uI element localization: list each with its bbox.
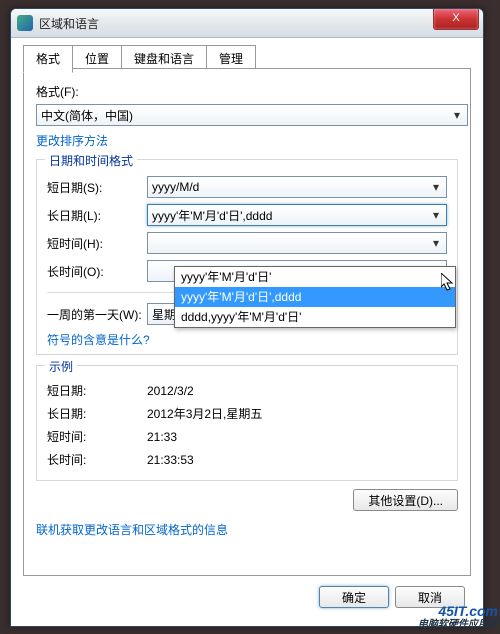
- group-examples-legend: 示例: [45, 358, 77, 375]
- group-examples: 示例 短日期:2012/3/2 长日期:2012年3月2日,星期五 短时间:21…: [36, 365, 458, 481]
- ex-long-time-val: 21:33:53: [147, 453, 194, 467]
- ex-long-date-lbl: 长日期:: [47, 405, 147, 422]
- short-date-label: 短日期(S):: [47, 179, 147, 196]
- other-settings-button[interactable]: 其他设置(D)...: [353, 489, 458, 511]
- short-date-combo[interactable]: yyyy/M/d ▾: [147, 176, 447, 198]
- watermark-domain: 45IT.com: [418, 604, 498, 619]
- online-info-link[interactable]: 联机获取更改语言和区域格式的信息: [36, 523, 228, 537]
- watermark-sub: 电脑软硬件应用网: [418, 619, 498, 630]
- ex-short-time-val: 21:33: [147, 430, 177, 444]
- titlebar[interactable]: 区域和语言 X: [11, 9, 483, 38]
- long-date-option-0[interactable]: yyyy'年'M'月'd'日': [175, 267, 455, 287]
- tab-format[interactable]: 格式: [23, 45, 73, 73]
- long-date-combo[interactable]: yyyy'年'M'月'd'日',dddd ▾: [147, 204, 447, 226]
- chevron-down-icon: ▾: [428, 207, 444, 223]
- short-time-combo[interactable]: ▾: [147, 232, 447, 254]
- ex-short-date-val: 2012/3/2: [147, 384, 194, 398]
- short-time-label: 短时间(H):: [47, 235, 147, 252]
- ex-short-date-lbl: 短日期:: [47, 382, 147, 399]
- ex-long-time-lbl: 长时间:: [47, 451, 147, 468]
- ok-button[interactable]: 确定: [319, 586, 389, 608]
- window-icon: [17, 15, 33, 31]
- long-date-dropdown[interactable]: yyyy'年'M'月'd'日' yyyy'年'M'月'd'日',dddd ddd…: [174, 266, 456, 328]
- long-time-label: 长时间(O):: [47, 263, 147, 280]
- change-sort-link[interactable]: 更改排序方法: [36, 134, 108, 148]
- first-day-label: 一周的第一天(W):: [47, 306, 147, 323]
- format-combo-value: 中文(简体，中国): [41, 107, 133, 124]
- short-date-value: yyyy/M/d: [152, 180, 199, 194]
- long-date-value: yyyy'年'M'月'd'日',dddd: [152, 207, 272, 224]
- long-date-option-2[interactable]: dddd,yyyy'年'M'月'd'日': [175, 307, 455, 327]
- long-date-option-1[interactable]: yyyy'年'M'月'd'日',dddd: [175, 287, 455, 307]
- symbols-meaning-link[interactable]: 符号的含意是什么?: [47, 333, 150, 347]
- format-combo[interactable]: 中文(简体，中国) ▾: [36, 104, 468, 126]
- chevron-down-icon: ▾: [428, 235, 444, 251]
- watermark: 45IT.com 电脑软硬件应用网: [418, 604, 498, 630]
- chevron-down-icon: ▾: [428, 179, 444, 195]
- chevron-down-icon: ▾: [449, 107, 465, 123]
- region-language-dialog: 区域和语言 X 格式 位置 键盘和语言 管理 格式(F): 中文(简体，中国) …: [10, 8, 484, 627]
- format-label: 格式(F):: [36, 83, 458, 100]
- ex-long-date-val: 2012年3月2日,星期五: [147, 405, 262, 422]
- long-date-label: 长日期(L):: [47, 207, 147, 224]
- group-datetime-legend: 日期和时间格式: [45, 152, 137, 169]
- ex-short-time-lbl: 短时间:: [47, 428, 147, 445]
- client-area: 格式 位置 键盘和语言 管理 格式(F): 中文(简体，中国) ▾ 更改排序方法…: [19, 41, 475, 618]
- close-button[interactable]: X: [433, 8, 479, 30]
- window-title: 区域和语言: [39, 15, 477, 32]
